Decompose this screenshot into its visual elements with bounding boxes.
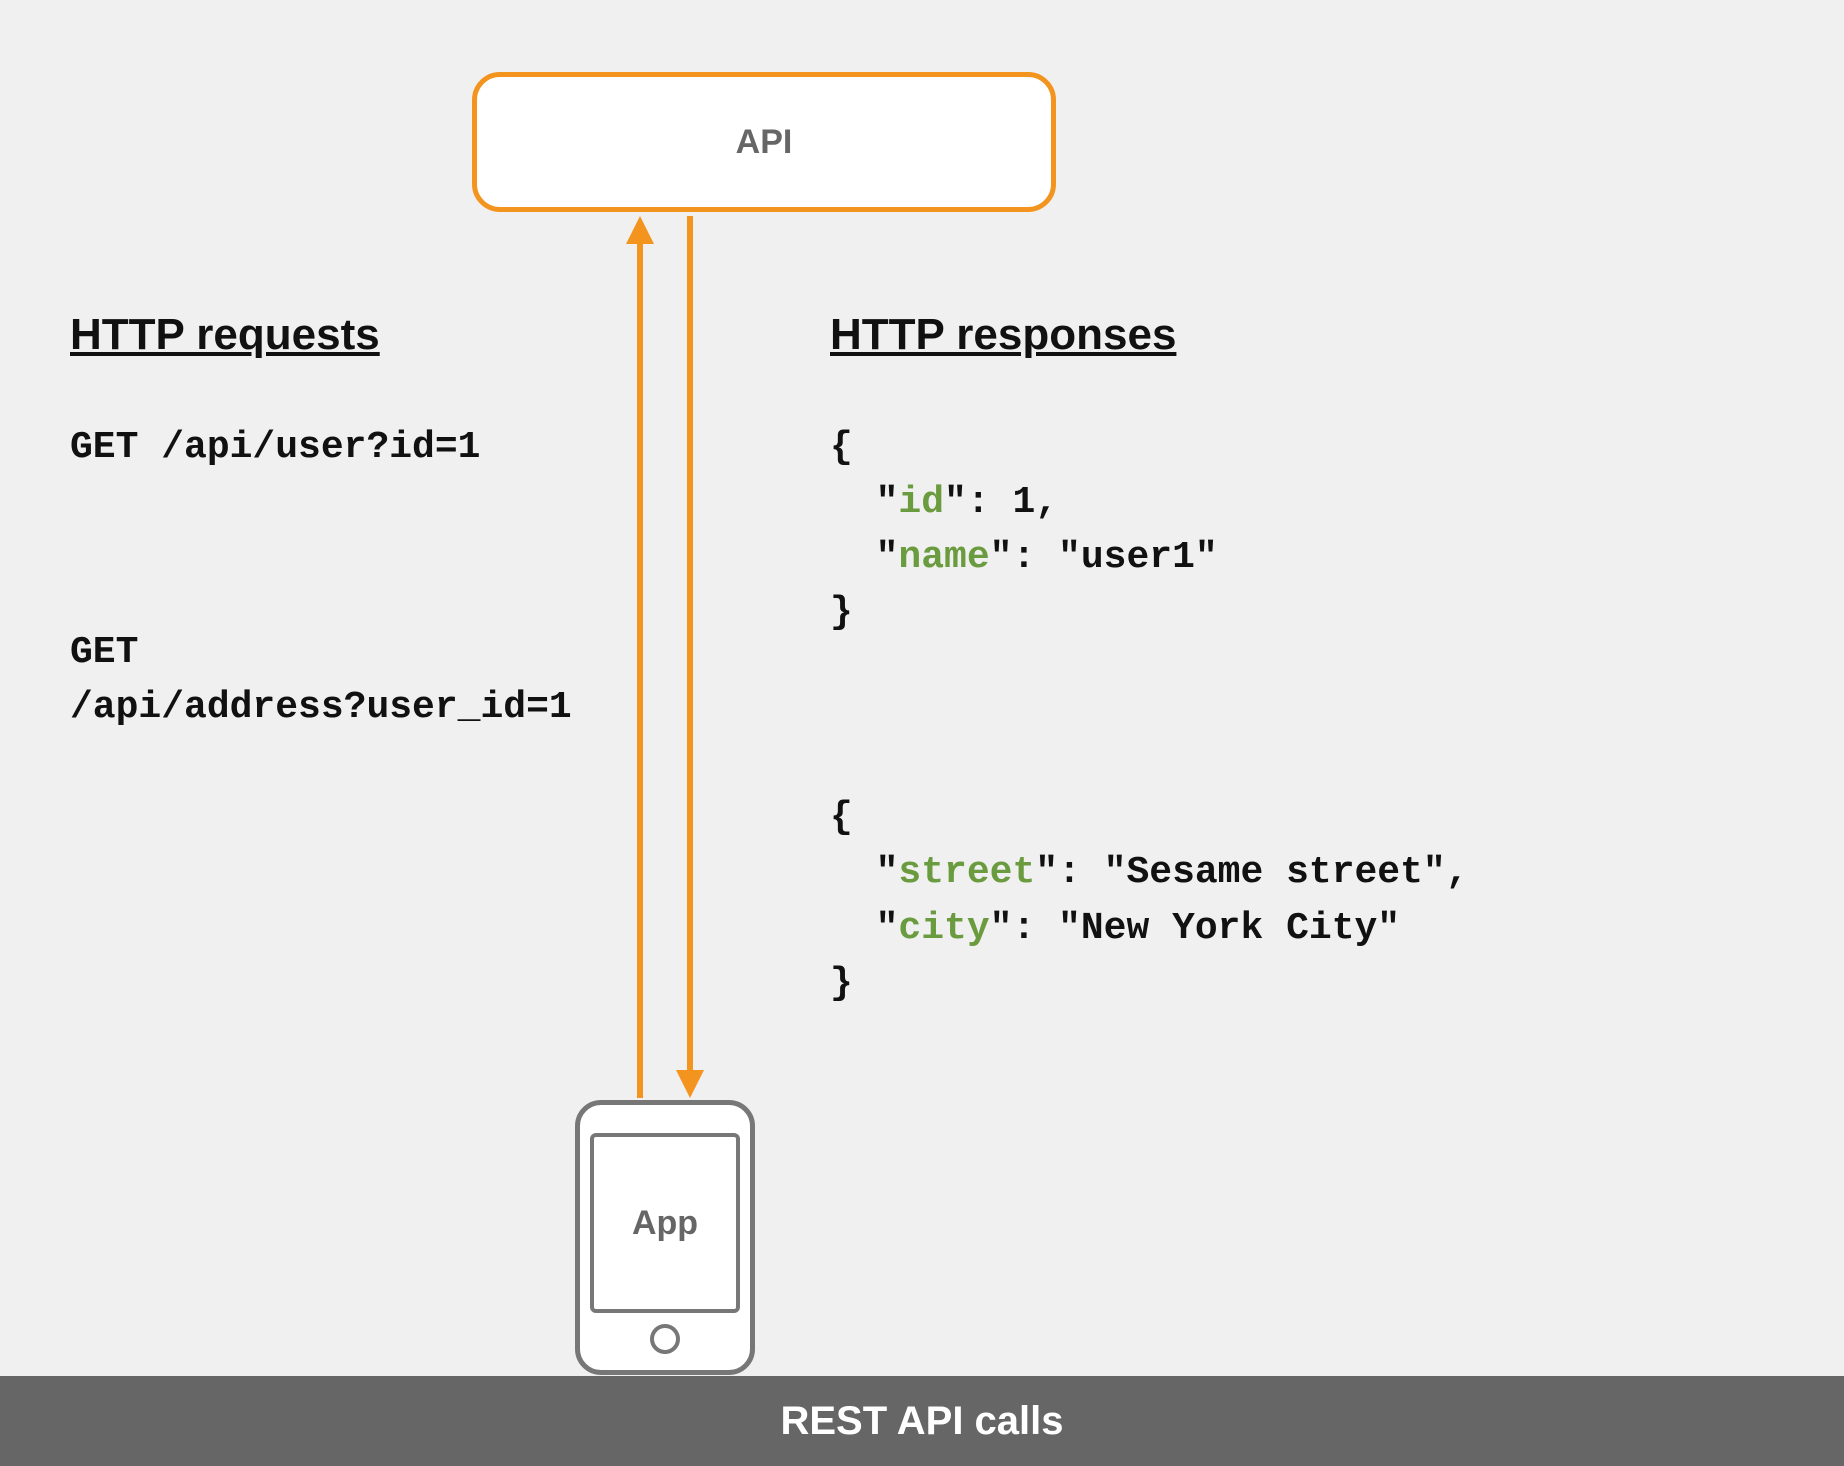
request-2: GET /api/address?user_id=1 <box>70 625 590 735</box>
phone-screen: App <box>590 1133 740 1313</box>
requests-header: HTTP requests <box>70 310 590 360</box>
response-1: { "id": 1, "name": "user1" } <box>830 420 1750 640</box>
responses-column: HTTP responses { "id": 1, "name": "user1… <box>830 310 1750 1011</box>
diagram-title-bar: REST API calls <box>0 1376 1844 1466</box>
request-1: GET /api/user?id=1 <box>70 420 590 475</box>
responses-header: HTTP responses <box>830 310 1750 360</box>
phone-home-button-icon <box>650 1324 680 1354</box>
diagram-title: REST API calls <box>780 1399 1063 1444</box>
mobile-app-device: App <box>575 1100 755 1375</box>
diagram-canvas: API App HTTP requests GET /api/user?id=1… <box>0 0 1844 1376</box>
api-label: API <box>736 123 793 162</box>
app-label: App <box>632 1204 698 1243</box>
requests-column: HTTP requests GET /api/user?id=1 GET /ap… <box>70 310 590 735</box>
response-2: { "street": "Sesame street", "city": "Ne… <box>830 790 1750 1010</box>
api-server-box: API <box>472 72 1056 212</box>
